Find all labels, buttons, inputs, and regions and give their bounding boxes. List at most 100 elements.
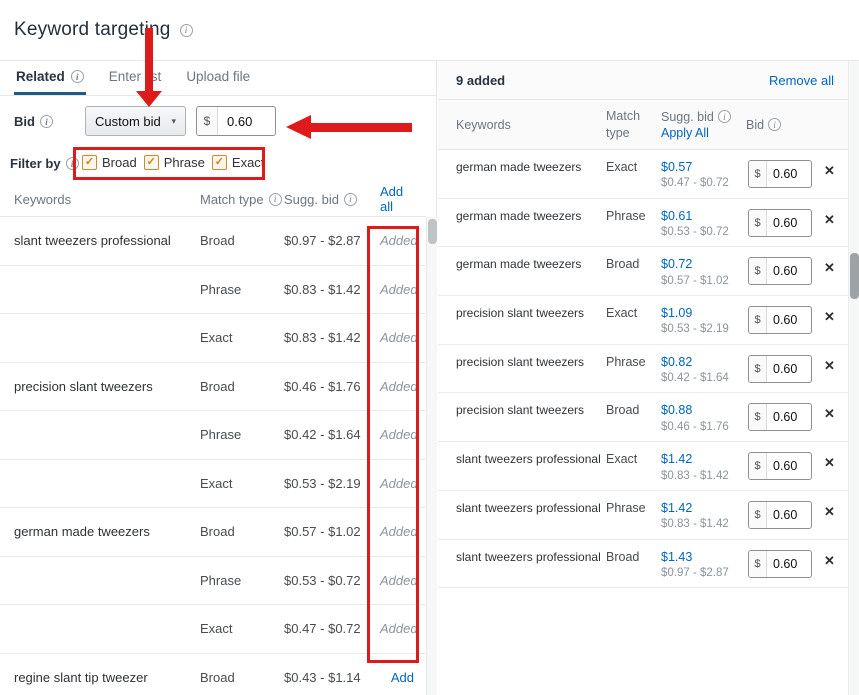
suggested-bid-link[interactable]: $0.72 <box>661 257 746 271</box>
add-keyword-action[interactable]: Added <box>380 476 426 491</box>
bid-type-dropdown[interactable]: Custom bid ▾ <box>85 106 186 136</box>
keyword-suggestion-row: german made tweezers Broad $0.57 - $1.02… <box>0 508 426 557</box>
scrollbar-thumb[interactable] <box>850 253 859 299</box>
close-icon: ✕ <box>824 211 835 227</box>
keyword-suggestion-row: precision slant tweezers Broad $0.46 - $… <box>0 363 426 411</box>
bid-cell: $ <box>746 345 824 383</box>
suggested-bid-range: $0.46 - $1.76 <box>661 420 729 433</box>
suggested-bid-link[interactable]: $0.82 <box>661 355 746 369</box>
added-keywords-scrollbar[interactable] <box>848 61 859 695</box>
bid-input[interactable] <box>767 258 811 285</box>
remove-keyword-button[interactable]: ✕ <box>824 310 835 323</box>
added-keyword-row: slant tweezers professional Exact $1.42 … <box>438 442 848 491</box>
match-type-filter-checkbox[interactable]: ✓ Broad <box>82 153 137 172</box>
suggested-bid-cell: $0.82 $0.42 - $1.64 <box>661 345 746 386</box>
match-type-value: Broad <box>200 378 235 394</box>
suggested-bid-link[interactable]: $1.09 <box>661 306 746 320</box>
suggested-bid-link[interactable]: $1.42 <box>661 501 746 515</box>
tab-bar: Related i Enter list Upload file <box>0 61 436 96</box>
scrollbar-thumb[interactable] <box>428 219 437 244</box>
info-icon[interactable]: i <box>768 118 782 131</box>
bid-input[interactable] <box>767 404 811 431</box>
bid-field: $ <box>748 354 812 383</box>
bid-column-header: Bid i <box>746 118 824 132</box>
add-all-link[interactable]: Add all <box>380 184 414 214</box>
remove-all-link[interactable]: Remove all <box>769 73 834 88</box>
suggested-bid-range: $0.83 - $1.42 <box>661 518 729 531</box>
match-type-value: Exact <box>200 330 233 346</box>
added-keywords-table: german made tweezers Exact $0.57 $0.47 -… <box>438 150 848 695</box>
bid-input[interactable] <box>767 453 811 480</box>
keyword-text: slant tweezers professional <box>456 500 601 515</box>
match-type-filters: ✓ Broad ✓ Phrase ✓ Exact <box>82 153 264 172</box>
match-type-value: Phrase <box>200 427 242 443</box>
add-keyword-action[interactable]: Added <box>380 573 426 588</box>
suggested-bid-link[interactable]: $1.42 <box>661 452 746 466</box>
bid-cell: $ <box>746 442 824 481</box>
add-keyword-action[interactable]: Added <box>380 524 426 539</box>
currency-symbol: $ <box>749 501 767 528</box>
bid-input[interactable] <box>767 161 811 187</box>
added-keyword-row: precision slant tweezers Broad $0.88 $0.… <box>438 393 848 443</box>
info-icon[interactable]: i <box>343 192 357 206</box>
info-icon[interactable]: i <box>70 70 84 83</box>
custom-bid-input[interactable] <box>218 107 275 135</box>
add-keyword-action[interactable]: Added <box>380 379 426 394</box>
info-icon[interactable]: i <box>179 23 193 37</box>
suggested-bid-cell: $0.72 $0.57 - $1.02 <box>661 247 746 288</box>
suggested-bid-range: $0.53 - $0.72 <box>661 226 729 239</box>
remove-cell: ✕ <box>824 442 848 470</box>
suggested-bid-link[interactable]: $0.88 <box>661 403 746 417</box>
bid-input[interactable] <box>767 307 811 334</box>
remove-keyword-button[interactable]: ✕ <box>824 505 835 518</box>
remove-keyword-button[interactable]: ✕ <box>824 456 835 469</box>
match-type-filter-checkbox[interactable]: ✓ Phrase <box>143 153 205 172</box>
add-keyword-action[interactable]: Added <box>380 233 426 248</box>
keyword-suggestion-row: Exact $0.83 - $1.42 Added <box>0 314 426 363</box>
remove-keyword-button[interactable]: ✕ <box>824 407 835 420</box>
keyword-text: slant tweezers professional <box>14 233 171 249</box>
remove-keyword-button[interactable]: ✕ <box>824 554 835 567</box>
keyword-suggestion-row: Phrase $0.83 - $1.42 Added <box>0 266 426 314</box>
suggested-bid-link[interactable]: $0.61 <box>661 209 746 223</box>
bid-input[interactable] <box>767 550 811 577</box>
info-icon[interactable]: i <box>65 157 79 170</box>
added-table-header: Keywords Match type Sugg. bid i Apply Al… <box>438 100 848 150</box>
suggested-bid-link[interactable]: $1.43 <box>661 550 746 564</box>
add-keyword-action[interactable]: Added <box>380 427 426 442</box>
apply-all-link[interactable]: Apply All <box>661 126 709 140</box>
match-type-column-header: Match type <box>606 109 641 140</box>
remove-keyword-button[interactable]: ✕ <box>824 213 835 226</box>
add-keyword-action[interactable]: Added <box>380 330 426 345</box>
info-icon[interactable]: i <box>39 115 53 128</box>
bid-field: $ <box>748 549 812 578</box>
tab-enter-list[interactable]: Enter list <box>107 61 164 95</box>
remove-keyword-button[interactable]: ✕ <box>824 261 835 274</box>
bid-type-dropdown-value: Custom bid <box>95 113 161 129</box>
add-keyword-action[interactable]: Added <box>380 282 426 297</box>
match-type-value: Broad <box>606 403 640 418</box>
tab-upload-file[interactable]: Upload file <box>184 61 252 95</box>
remove-keyword-button[interactable]: ✕ <box>824 164 835 177</box>
check-icon: ✓ <box>214 156 225 168</box>
match-type-filter-checkbox[interactable]: ✓ Exact <box>211 153 264 172</box>
bid-cell: $ <box>746 199 824 237</box>
suggested-bid-link[interactable]: $0.57 <box>661 160 746 174</box>
keyword-suggestion-row: Phrase $0.42 - $1.64 Added <box>0 411 426 460</box>
remove-keyword-button[interactable]: ✕ <box>824 359 835 372</box>
match-type-value: Phrase <box>606 500 646 515</box>
add-keyword-action[interactable]: Add <box>380 670 426 685</box>
add-keyword-action[interactable]: Added <box>380 621 426 636</box>
info-icon[interactable]: i <box>268 192 282 206</box>
suggestions-scrollbar[interactable] <box>426 217 437 695</box>
bid-input[interactable] <box>767 209 811 236</box>
tab-related[interactable]: Related i <box>14 61 86 95</box>
match-type-value: Broad <box>606 549 640 564</box>
keyword-text: german made tweezers <box>14 524 150 540</box>
info-icon[interactable]: i <box>717 110 731 123</box>
bid-input[interactable] <box>767 355 811 382</box>
match-type-value: Broad <box>200 233 235 249</box>
keyword-suggestion-row: regine slant tip tweezer Broad $0.43 - $… <box>0 654 426 695</box>
suggestions-table: slant tweezers professional Broad $0.97 … <box>0 217 426 695</box>
bid-input[interactable] <box>767 501 811 528</box>
